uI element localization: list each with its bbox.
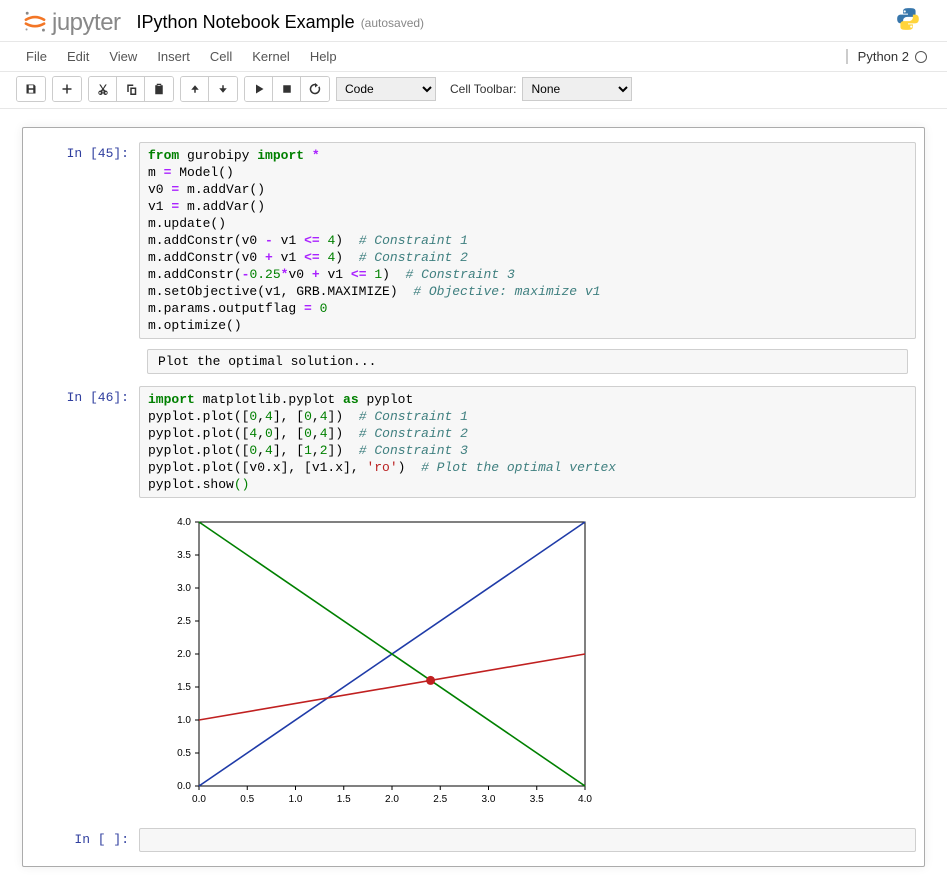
svg-text:2.0: 2.0 bbox=[177, 649, 191, 660]
output-cell-46: 0.0 0.5 1.0 1.5 2.0 2.5 3.0 3.5 4.0 0.0 0.5 1.0 1.5 2… bbox=[31, 504, 916, 820]
menubar: FileEditViewInsertCellKernelHelp Python … bbox=[0, 42, 947, 72]
svg-text:1.0: 1.0 bbox=[177, 715, 191, 726]
cut-button[interactable] bbox=[89, 77, 117, 101]
svg-text:3.5: 3.5 bbox=[177, 550, 191, 561]
svg-text:0.5: 0.5 bbox=[240, 794, 254, 805]
copy-button[interactable] bbox=[117, 77, 145, 101]
code-cell-45[interactable]: In [45]: from gurobipy import * m = Mode… bbox=[31, 142, 916, 339]
svg-text:1.5: 1.5 bbox=[337, 794, 351, 805]
stdout-text: Plot the optimal solution... bbox=[147, 349, 908, 374]
code-cell-46[interactable]: In [46]: import matplotlib.pyplot as pyp… bbox=[31, 386, 916, 498]
python-logo-icon bbox=[895, 6, 921, 35]
cell-toolbar-select[interactable]: None bbox=[522, 77, 632, 101]
toolbar: Code Cell Toolbar: None bbox=[0, 72, 947, 109]
matplotlib-chart: 0.0 0.5 1.0 1.5 2.0 2.5 3.0 3.5 4.0 0.0 0.5 1.0 1.5 2… bbox=[147, 512, 597, 812]
menu-file[interactable]: File bbox=[16, 45, 57, 68]
menu-insert[interactable]: Insert bbox=[147, 45, 200, 68]
svg-text:0.0: 0.0 bbox=[177, 781, 191, 792]
output-prompt bbox=[31, 345, 139, 378]
input-prompt: In [ ]: bbox=[31, 828, 139, 852]
code-input[interactable]: import matplotlib.pyplot as pyplot pyplo… bbox=[139, 386, 916, 498]
notebook-container: In [45]: from gurobipy import * m = Mode… bbox=[22, 127, 925, 867]
jupyter-logo[interactable]: jupyter bbox=[22, 8, 121, 37]
menu-help[interactable]: Help bbox=[300, 45, 347, 68]
menu-edit[interactable]: Edit bbox=[57, 45, 99, 68]
interrupt-button[interactable] bbox=[273, 77, 301, 101]
output-prompt bbox=[31, 504, 139, 820]
code-input[interactable] bbox=[139, 828, 916, 852]
insert-cell-button[interactable] bbox=[53, 77, 81, 101]
move-up-button[interactable] bbox=[181, 77, 209, 101]
code-input[interactable]: from gurobipy import * m = Model() v0 = … bbox=[139, 142, 916, 339]
svg-text:2.5: 2.5 bbox=[177, 616, 191, 627]
cell-type-select[interactable]: Code bbox=[336, 77, 436, 101]
svg-text:4.0: 4.0 bbox=[578, 794, 592, 805]
menu-cell[interactable]: Cell bbox=[200, 45, 242, 68]
kernel-idle-icon bbox=[915, 51, 927, 63]
kernel-indicator[interactable]: Python 2 bbox=[846, 49, 927, 64]
notebook-title[interactable]: IPython Notebook Example bbox=[137, 12, 355, 33]
svg-text:0.0: 0.0 bbox=[192, 794, 206, 805]
notebook-page: jupyter IPython Notebook Example (autosa… bbox=[0, 0, 947, 867]
jupyter-logo-icon bbox=[22, 8, 48, 37]
svg-text:3.5: 3.5 bbox=[530, 794, 544, 805]
svg-text:2.0: 2.0 bbox=[385, 794, 399, 805]
svg-text:3.0: 3.0 bbox=[482, 794, 496, 805]
jupyter-logo-text: jupyter bbox=[52, 9, 121, 37]
svg-text:2.5: 2.5 bbox=[433, 794, 447, 805]
svg-text:1.0: 1.0 bbox=[289, 794, 303, 805]
svg-text:4.0: 4.0 bbox=[177, 517, 191, 528]
cell-toolbar-label: Cell Toolbar: bbox=[450, 82, 516, 96]
svg-text:1.5: 1.5 bbox=[177, 682, 191, 693]
kernel-name: Python 2 bbox=[858, 49, 909, 64]
paste-button[interactable] bbox=[145, 77, 173, 101]
menu-kernel[interactable]: Kernel bbox=[242, 45, 300, 68]
restart-button[interactable] bbox=[301, 77, 329, 101]
move-down-button[interactable] bbox=[209, 77, 237, 101]
menu-view[interactable]: View bbox=[99, 45, 147, 68]
svg-text:0.5: 0.5 bbox=[177, 748, 191, 759]
save-button[interactable] bbox=[17, 77, 45, 101]
input-prompt: In [45]: bbox=[31, 142, 139, 339]
autosave-status: (autosaved) bbox=[361, 16, 424, 30]
run-button[interactable] bbox=[245, 77, 273, 101]
code-cell-empty[interactable]: In [ ]: bbox=[31, 828, 916, 852]
input-prompt: In [46]: bbox=[31, 386, 139, 498]
output-cell-45: Plot the optimal solution... bbox=[31, 345, 916, 378]
svg-text:3.0: 3.0 bbox=[177, 583, 191, 594]
header: jupyter IPython Notebook Example (autosa… bbox=[0, 0, 947, 42]
